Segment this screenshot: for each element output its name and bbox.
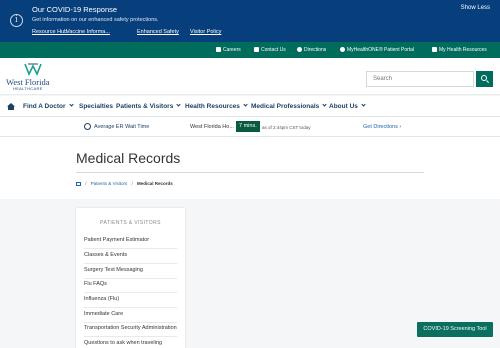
breadcrumb-home-icon[interactable] <box>76 182 81 186</box>
info-icon: i <box>10 14 23 27</box>
careers-link[interactable]: Careers <box>216 47 241 53</box>
covid-banner-subtitle: Get information on our enhanced safety p… <box>32 17 159 23</box>
nav-health-resources[interactable]: Health Resources <box>185 102 248 110</box>
nav-label: Specialties <box>79 103 113 110</box>
heart-icon <box>340 47 345 52</box>
grid-icon <box>432 47 437 52</box>
nav-label: Patients & Visitors <box>116 103 174 110</box>
my-health-resources-label: My Health Resources <box>439 47 487 53</box>
covid-banner: i Our COVID-19 Response Get information … <box>0 0 500 42</box>
chevron-down-icon <box>176 102 181 107</box>
nav-patients-visitors[interactable]: Patients & Visitors <box>116 102 181 110</box>
sidebar-item-surgery-text-messaging[interactable]: Surgery Text Messaging <box>84 264 177 279</box>
chevron-down-icon <box>243 102 248 107</box>
breadcrumb-separator: / <box>131 181 133 186</box>
home-icon[interactable] <box>7 103 15 110</box>
er-wait-minutes-badge: 7 mins. <box>236 121 260 132</box>
contact-us-link[interactable]: Contact Us <box>254 47 286 53</box>
sidebar-item-classes-events[interactable]: Classes & Events <box>84 249 177 264</box>
briefcase-icon <box>216 47 221 52</box>
nav-label: Find A Doctor <box>23 103 66 110</box>
get-directions-link[interactable]: Get Directions › <box>363 124 401 130</box>
sidebar-item-travel-questions[interactable]: Questions to ask when traveling <box>84 337 177 348</box>
site-header: West Florida HEALTHCARE Search <box>0 58 500 95</box>
map-pin-icon <box>297 47 302 52</box>
main-nav: Find A Doctor Specialties Patients & Vis… <box>0 96 500 117</box>
title-divider <box>76 172 424 173</box>
sidebar-item-influenza[interactable]: Influenza (Flu) <box>84 293 177 308</box>
vaccine-info-link[interactable]: Vaccine Informa... <box>66 29 110 35</box>
phone-icon <box>254 47 259 52</box>
logo-icon[interactable] <box>24 63 42 76</box>
page-title-section: Medical Records / Patients & Visitors / … <box>0 137 500 199</box>
resource-hub-link[interactable]: Resource Hub <box>32 29 67 35</box>
patient-portal-link[interactable]: MyHealthONE® Patient Portal <box>340 47 414 53</box>
breadcrumb: / Patients & Visitors / Medical Records <box>76 181 173 186</box>
nav-label: About Us <box>329 103 358 110</box>
nav-label: Health Resources <box>185 103 240 110</box>
chevron-down-icon <box>322 102 327 107</box>
sidebar-card: PATIENTS & VISITORS Patient Payment Esti… <box>76 208 185 348</box>
directions-label: Directions <box>304 47 327 53</box>
sidebar-item-flu-faqs[interactable]: Flu FAQs <box>84 278 177 293</box>
covid-banner-title: Our COVID-19 Response <box>32 5 118 14</box>
careers-label: Careers <box>223 47 241 53</box>
breadcrumb-separator: / <box>85 181 87 186</box>
sidebar-item-tsa[interactable]: Transportation Security Administration <box>84 322 177 337</box>
contact-us-label: Contact Us <box>261 47 286 53</box>
nav-medical-professionals[interactable]: Medical Professionals <box>251 102 327 110</box>
chevron-down-icon <box>361 102 366 107</box>
show-less-button[interactable]: Show Less <box>461 5 490 11</box>
visitor-policy-link[interactable]: Visitor Policy <box>190 29 221 35</box>
directions-link[interactable]: Directions <box>297 47 326 53</box>
covid-screening-tool-button[interactable]: COVID-19 Screening Tool <box>417 322 493 337</box>
er-hospital-name[interactable]: West Florida Ho... <box>190 124 234 130</box>
search-input[interactable]: Search <box>366 71 474 87</box>
clock-icon <box>84 123 91 130</box>
logo-subtext: HEALTHCARE <box>13 86 43 91</box>
nav-label: Medical Professionals <box>251 103 320 110</box>
enhanced-safety-link[interactable]: Enhanced Safety <box>137 29 179 35</box>
nav-find-a-doctor[interactable]: Find A Doctor <box>23 102 74 110</box>
nav-about-us[interactable]: About Us <box>329 102 366 110</box>
sidebar-item-patient-payment-estimator[interactable]: Patient Payment Estimator <box>84 234 177 249</box>
chevron-down-icon <box>68 102 74 107</box>
er-wait-label[interactable]: Average ER Wait Time <box>94 124 149 130</box>
sidebar-title: PATIENTS & VISITORS <box>100 220 161 226</box>
breadcrumb-patients-visitors[interactable]: Patients & Visitors <box>91 181 127 186</box>
er-wait-timestamp: as of 2:44pm CST today <box>262 125 311 130</box>
my-health-resources-link[interactable]: My Health Resources <box>432 47 487 53</box>
search-button[interactable] <box>476 71 493 87</box>
sidebar-item-immediate-care[interactable]: Immediate Care <box>84 308 177 323</box>
er-wait-bar: Average ER Wait Time West Florida Ho... … <box>0 117 500 137</box>
patient-portal-label: MyHealthONE® Patient Portal <box>347 47 415 53</box>
utility-bar: Careers Contact Us Directions MyHealthON… <box>0 42 500 58</box>
page-title: Medical Records <box>76 150 181 166</box>
nav-specialties[interactable]: Specialties <box>79 103 113 110</box>
breadcrumb-current: Medical Records <box>137 181 173 186</box>
